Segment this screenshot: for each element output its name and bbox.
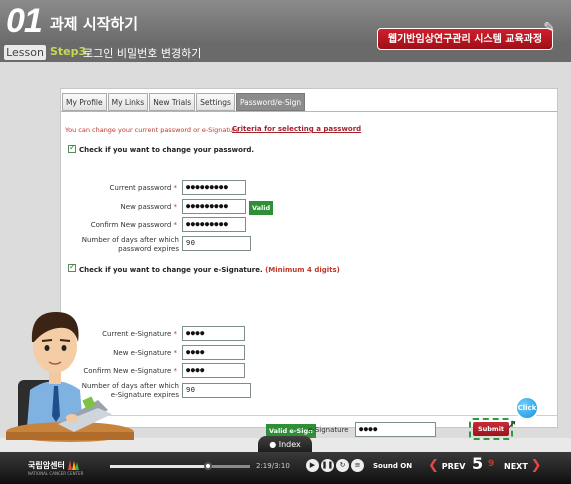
tab-divider	[61, 111, 557, 112]
page-total: 9	[488, 459, 495, 469]
pause-icon[interactable]: ❚❚	[321, 459, 334, 472]
verify-esignature-input[interactable]: ●●●●	[355, 422, 436, 437]
click-hint-bubble: Click	[515, 396, 539, 420]
tab-bar: My Profile My Links New Trials Settings …	[62, 93, 306, 111]
change-password-label: Check if you want to change your passwor…	[79, 146, 255, 154]
new-password-label: New password *	[120, 203, 177, 211]
tab-new-trials[interactable]: New Trials	[149, 93, 196, 111]
play-icon[interactable]: ▶	[306, 459, 319, 472]
esignature-hint: (Minimum 4 digits)	[265, 266, 340, 274]
confirm-password-input[interactable]: ●●●●●●●●●	[182, 217, 246, 232]
chapter-title: 과제 시작하기	[50, 15, 139, 33]
tab-settings[interactable]: Settings	[196, 93, 235, 111]
intro-text: You can change your current password or …	[65, 126, 242, 134]
change-esignature-label: Check if you want to change your e-Signa…	[79, 266, 340, 274]
cursor-icon: ➚	[507, 417, 518, 431]
logo-text: 국립암센터	[28, 461, 65, 470]
presenter-character	[6, 312, 134, 442]
progress-handle[interactable]	[204, 462, 212, 470]
submit-button[interactable]: Submit	[473, 422, 509, 436]
change-password-checkbox[interactable]	[68, 143, 76, 153]
chevron-right-icon: ❯	[530, 458, 542, 473]
confirm-esignature-input[interactable]: ●●●●	[182, 363, 245, 378]
menu-icon[interactable]: ≡	[351, 459, 364, 472]
lesson-tag: Lesson	[4, 45, 46, 60]
logo-icon	[68, 460, 79, 470]
chevron-left-icon: ❮	[428, 458, 439, 473]
next-button[interactable]: NEXT ❯	[504, 457, 542, 475]
index-button[interactable]: ● Index	[258, 436, 312, 453]
password-expiry-input[interactable]: 90	[182, 236, 251, 251]
page-current: 5	[472, 454, 484, 473]
sound-toggle[interactable]: Sound ON	[373, 462, 412, 470]
index-dot-icon: ●	[269, 440, 277, 449]
chapter-number: 01	[6, 2, 43, 40]
player-footer: 국립암센터 NATIONAL CANCER CENTER 2:19/3:10 ▶…	[0, 452, 571, 484]
step-title: 로그인 비밀번호 변경하기	[83, 47, 202, 60]
confirm-password-label: Confirm New password *	[90, 221, 177, 229]
tab-password-esign[interactable]: Password/e-Sign	[235, 93, 306, 111]
new-esignature-input[interactable]: ●●●●	[182, 345, 245, 360]
tab-my-profile[interactable]: My Profile	[62, 93, 107, 111]
current-esignature-input[interactable]: ●●●●	[182, 326, 245, 341]
lesson-header: 01 과제 시작하기 Lesson Step3. 로그인 비밀번호 변경하기 웹…	[0, 0, 571, 62]
change-esignature-checkbox[interactable]	[68, 262, 76, 272]
replay-icon[interactable]: ↻	[336, 459, 349, 472]
current-password-label: Current password *	[109, 184, 177, 192]
criteria-link[interactable]: Criteria for selecting a password	[232, 125, 361, 133]
progress-fill	[110, 465, 208, 468]
verify-esignature-label: e-Signature *	[308, 426, 349, 443]
password-expiry-label: Number of days after which password expi…	[81, 236, 179, 253]
current-password-input[interactable]: ●●●●●●●●●	[182, 180, 246, 195]
progress-bar[interactable]	[110, 462, 250, 470]
new-password-input[interactable]: ●●●●●●●●●	[182, 199, 246, 214]
prev-button[interactable]: ❮ PREV	[428, 457, 465, 475]
tab-my-links[interactable]: My Links	[107, 93, 149, 111]
esignature-expiry-input[interactable]: 90	[182, 383, 251, 398]
time-readout: 2:19/3:10	[256, 462, 290, 470]
course-title: 웹기반임상연구관리 시스템 교육과정	[377, 28, 553, 50]
valid-badge: Valid	[249, 201, 274, 215]
feather-icon: ✎	[543, 20, 555, 36]
